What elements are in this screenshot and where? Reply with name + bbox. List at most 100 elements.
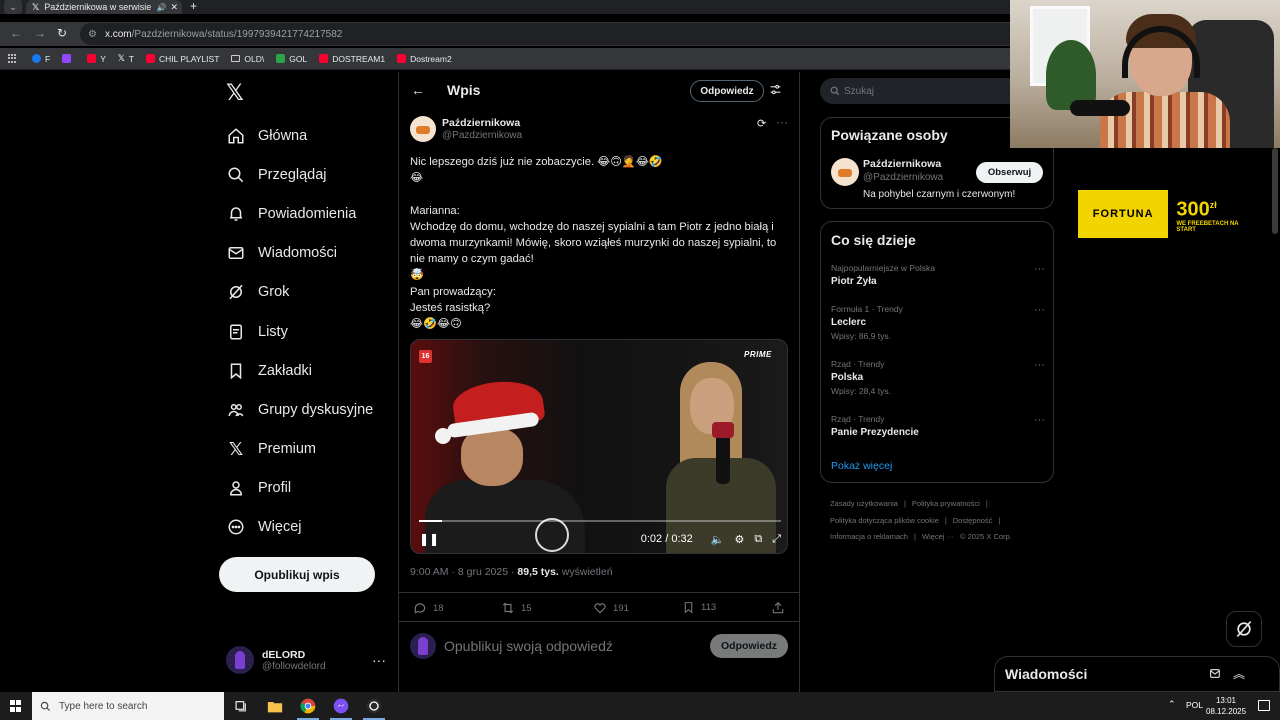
more-dots-icon[interactable]: ··· [1034, 304, 1045, 316]
tab-search-icon[interactable]: ⌄ [4, 0, 22, 14]
nav-home[interactable]: Główna [226, 116, 373, 155]
file-explorer-icon[interactable] [266, 697, 284, 715]
new-message-icon[interactable] [1209, 667, 1222, 685]
messages-drawer[interactable]: Wiadomości ︽ [994, 656, 1280, 692]
repost-icon [501, 601, 515, 615]
footer-link[interactable]: Informacja o reklamach [830, 532, 908, 541]
bookmark-twitch[interactable] [62, 54, 75, 63]
trend-item[interactable]: Formuła 1 · Trendy Leclerc Wpisy: 86,9 t… [831, 304, 1045, 341]
post-timestamp[interactable]: 9:00 AM · 8 gru 2025 · [410, 566, 517, 578]
x-logo[interactable]: 𝕏 [226, 80, 244, 106]
sliders-icon[interactable] [769, 83, 782, 101]
video-progress-bar[interactable] [419, 520, 781, 522]
settings-icon[interactable]: ⚙ [734, 533, 744, 546]
bell-icon [226, 204, 246, 224]
related-name[interactable]: Październikowa [863, 158, 941, 170]
taskbar-search-input[interactable]: Type here to search [32, 692, 224, 720]
windows-start-icon[interactable] [10, 700, 22, 712]
tray-overflow-icon[interactable]: ⌃ [1168, 699, 1176, 710]
bookmark-x[interactable]: 𝕏T [118, 53, 134, 64]
footer-link[interactable]: Więcej ··· [922, 532, 954, 541]
address-bar[interactable]: ⚙ x.com/Pazdziernikowa/status/1997939421… [80, 23, 1010, 45]
nav-bookmarks[interactable]: Zakładki [226, 351, 373, 390]
grok-icon[interactable]: ⟳ [757, 117, 766, 130]
reply-pill-button[interactable]: Odpowiedz [690, 80, 764, 102]
bookmark-old-folder[interactable]: OLD\ [231, 54, 264, 64]
more-dots-icon[interactable]: ··· [776, 115, 788, 129]
trend-item[interactable]: Rząd · Trendy Panie Prezydencie ··· [831, 414, 1045, 438]
bookmark-youtube[interactable]: Y [87, 54, 106, 64]
back-icon[interactable]: ← [10, 26, 22, 40]
bookmark-dostream1[interactable]: DOSTREAM1 [319, 54, 385, 64]
reply-submit-button[interactable]: Odpowiedz [710, 634, 788, 658]
author-avatar[interactable] [410, 116, 436, 142]
pip-icon[interactable]: ⧉ [754, 533, 762, 546]
language-indicator[interactable]: POL [1186, 700, 1203, 710]
search-placeholder: Szukaj [844, 85, 875, 97]
site-info-icon[interactable]: ⚙ [88, 29, 97, 40]
reload-icon[interactable]: ↻ [57, 26, 67, 40]
new-tab-button[interactable]: + [190, 0, 197, 12]
more-dots-icon[interactable]: ··· [1034, 359, 1045, 371]
nav-label: Profil [258, 480, 292, 497]
speaker-icon[interactable]: 🔊 [156, 3, 166, 12]
expand-icon[interactable]: ︽ [1233, 665, 1245, 682]
scrollbar[interactable] [1272, 148, 1278, 234]
chrome-icon[interactable] [299, 697, 317, 715]
nav-messages[interactable]: Wiadomości [226, 234, 373, 273]
footer-link[interactable]: Dostępność [953, 516, 993, 525]
like-action[interactable]: 191 [593, 601, 629, 615]
share-action[interactable] [771, 601, 791, 615]
nav-lists[interactable]: Listy [226, 312, 373, 351]
facebook-icon [32, 54, 41, 63]
nav-explore[interactable]: Przeglądaj [226, 155, 373, 194]
grok-floating-button[interactable] [1226, 611, 1262, 647]
account-switcher[interactable]: dELORD @followdelord ··· [226, 646, 386, 674]
nav-grok[interactable]: Grok [226, 273, 373, 312]
reply-action[interactable]: 18 [413, 601, 444, 615]
video-player[interactable]: 16 PRIME ❚❚ 0:02 / 0:32 🔈 ⚙ ⧉ ⤢ [410, 339, 788, 554]
apps-grid-icon[interactable] [8, 53, 18, 64]
clock[interactable]: 13:01 08.12.2025 [1206, 695, 1246, 717]
task-view-icon[interactable] [232, 697, 250, 715]
nav-premium[interactable]: 𝕏 Premium [226, 430, 373, 469]
footer-link[interactable]: Zasady użytkowania [830, 499, 898, 508]
bookmark-dostream2[interactable]: Dostream2 [397, 54, 452, 64]
bookmark-facebook[interactable]: F [32, 54, 50, 64]
author-name[interactable]: Październikowa [442, 117, 520, 129]
notification-icon[interactable] [1258, 700, 1270, 711]
nav-profile[interactable]: Profil [226, 469, 373, 508]
bookmark-action[interactable]: 113 [682, 601, 716, 614]
trend-item[interactable]: Rząd · Trendy Polska Wpisy: 28,4 tys. ··… [831, 359, 1045, 396]
reply-input[interactable]: Opublikuj swoją odpowiedź [444, 638, 613, 654]
more-dots-icon[interactable]: ··· [1034, 414, 1045, 426]
trend-item[interactable]: Najpopularniejsze w Polska Piotr Żyła ··… [831, 263, 1045, 287]
pause-icon[interactable]: ❚❚ [419, 532, 439, 546]
more-dots-icon[interactable]: ··· [372, 652, 386, 668]
home-icon [226, 126, 246, 146]
search-input[interactable]: Szukaj [820, 78, 1020, 104]
footer-link[interactable]: Polityka prywatności [912, 499, 980, 508]
chatgpt-icon[interactable] [365, 697, 383, 715]
repost-action[interactable]: 15 [501, 601, 532, 615]
more-dots-icon[interactable]: ··· [1034, 263, 1045, 275]
bookmark-gol[interactable]: GOL [276, 54, 307, 64]
nav-more[interactable]: Więcej [226, 508, 373, 547]
sponsored-banner[interactable]: FORTUNA 300zł WE FREEBETACH NA START [1078, 190, 1258, 238]
browser-tab[interactable]: 𝕏 Październikowa w serwisie X 🔊 ✕ [26, 0, 182, 14]
nav-communities[interactable]: Grupy dyskusyjne [226, 390, 373, 429]
volume-icon[interactable]: 🔈 [711, 533, 725, 546]
messenger-icon[interactable] [332, 697, 350, 715]
follow-button[interactable]: Obserwuj [976, 162, 1043, 183]
fullscreen-icon[interactable]: ⤢ [772, 533, 781, 546]
nav-notifications[interactable]: Powiadomienia [226, 194, 373, 233]
bookmark-chil-playlist[interactable]: CHIL PLAYLIST [145, 54, 219, 64]
author-handle[interactable]: @Pazdziernikowa [442, 130, 522, 141]
show-more-link[interactable]: Pokaż więcej [831, 460, 892, 472]
avatar[interactable] [831, 158, 859, 186]
forward-icon[interactable]: → [34, 26, 46, 40]
post-button[interactable]: Opublikuj wpis [219, 557, 375, 592]
back-arrow-icon[interactable]: ← [411, 82, 425, 98]
footer-link[interactable]: Polityka dotycząca plików cookie [830, 516, 939, 525]
tab-close-icon[interactable]: ✕ [170, 2, 178, 13]
